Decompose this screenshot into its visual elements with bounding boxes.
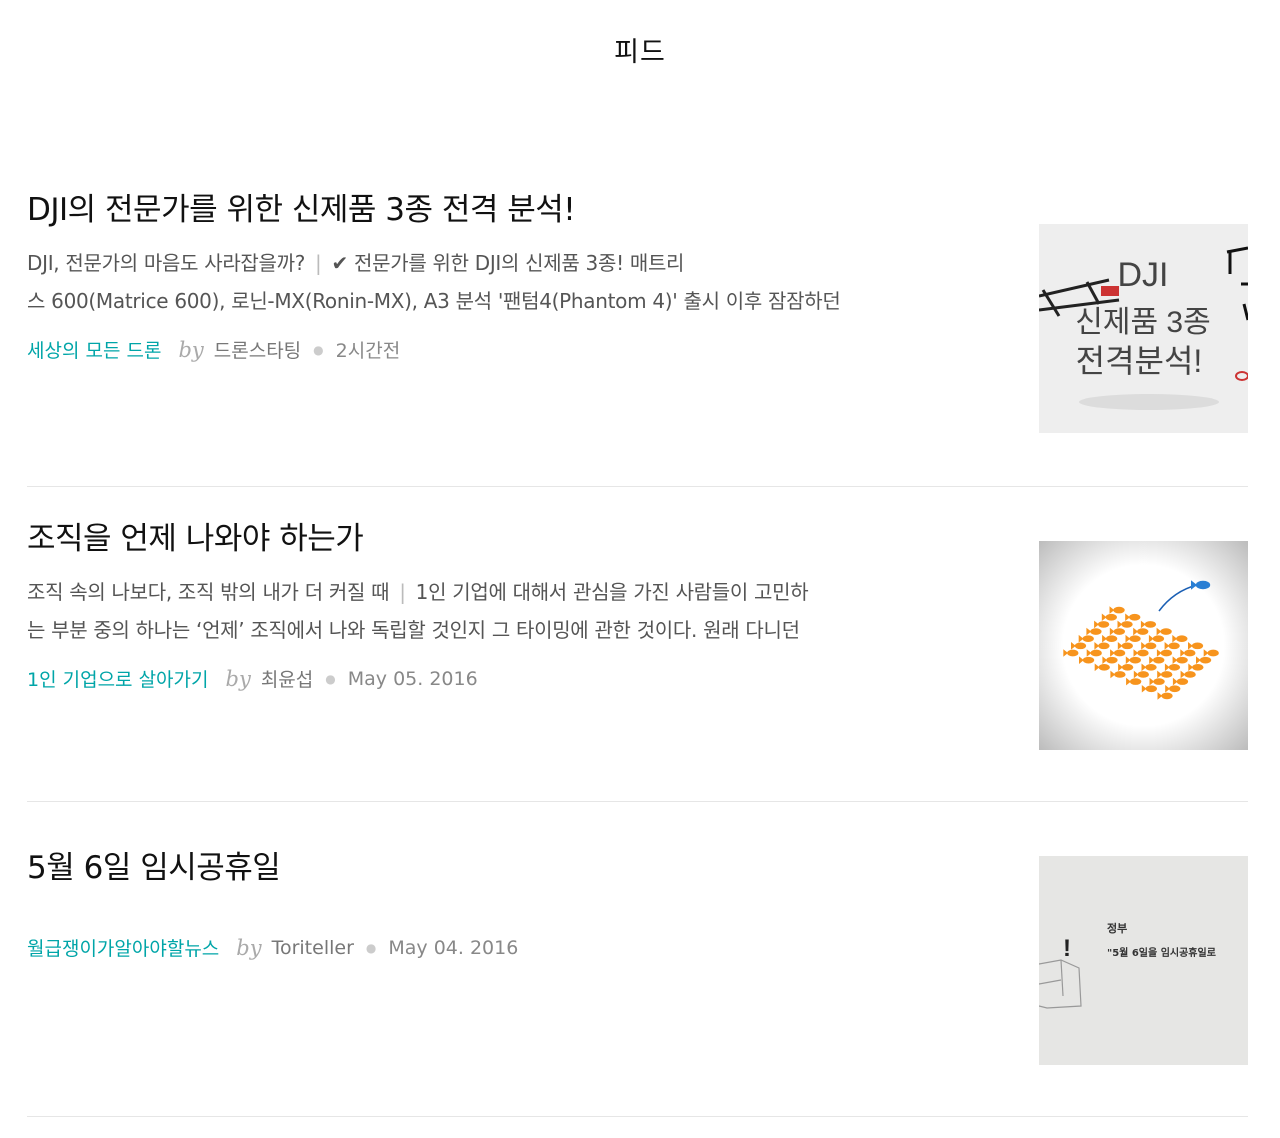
- article-meta: 1인 기업으로 살아가기 by 최윤섭 ● May 05. 2016: [27, 665, 977, 692]
- article-thumbnail[interactable]: ! 정부 "5월 6일을 임시공휴일로: [1039, 856, 1248, 1065]
- svg-text:정부: 정부: [1107, 921, 1127, 935]
- article-meta: 월급쟁이가알아야할뉴스 by Toriteller ● May 04. 2016: [27, 934, 977, 961]
- feed-item[interactable]: 조직을 언제 나와야 하는가 조직 속의 나보다, 조직 밖의 내가 더 커질 …: [27, 487, 1248, 802]
- feed-list: DJI의 전문가를 위한 신제품 3종 전격 분석! DJI, 전문가의 마음도…: [27, 190, 1248, 1117]
- dot-separator: ●: [365, 940, 377, 955]
- excerpt-line-2: 는 부분 중의 하나는 ‘언제’ 조직에서 나와 독립할 것인지 그 타이밍에 …: [27, 618, 800, 642]
- separator: |: [399, 580, 406, 604]
- feed-item-text: 조직을 언제 나와야 하는가 조직 속의 나보다, 조직 밖의 내가 더 커질 …: [27, 519, 977, 692]
- feed-item-text: 5월 6일 임시공휴일 월급쟁이가알아야할뉴스 by Toriteller ● …: [27, 848, 977, 961]
- article-excerpt[interactable]: DJI, 전문가의 마음도 사라잡을까? | ✔ 전문가를 위한 DJI의 신제품 …: [27, 244, 977, 320]
- article-thumbnail[interactable]: DJI 신제품 3종 전격분석!: [1039, 224, 1248, 433]
- holiday-sketch-image: ! 정부 "5월 6일을 임시공휴일로: [1039, 856, 1248, 1065]
- magazine-link[interactable]: 1인 기업으로 살아가기: [27, 665, 209, 692]
- feed-header: 피드: [0, 0, 1280, 96]
- page-title: 피드: [614, 37, 666, 68]
- svg-text:전격분석!: 전격분석!: [1076, 343, 1203, 379]
- article-meta: 세상의 모든 드론 by 드론스타팅 ● 2시간전: [27, 336, 977, 363]
- feed-item[interactable]: DJI의 전문가를 위한 신제품 3종 전격 분석! DJI, 전문가의 마음도…: [27, 190, 1248, 487]
- article-excerpt[interactable]: 조직 속의 나보다, 조직 밖의 내가 더 커질 때 | 1인 기업에 대해서 관심…: [27, 573, 977, 649]
- feed-item[interactable]: 5월 6일 임시공휴일 월급쟁이가알아야할뉴스 by Toriteller ● …: [27, 802, 1248, 1117]
- feed-item-text: DJI의 전문가를 위한 신제품 3종 전격 분석! DJI, 전문가의 마음도…: [27, 190, 977, 363]
- author-link[interactable]: 드론스타팅: [214, 336, 301, 363]
- separator: |: [315, 251, 322, 275]
- article-subtitle: 조직 속의 나보다, 조직 밖의 내가 더 커질 때: [27, 580, 390, 604]
- dot-separator: ●: [325, 671, 336, 686]
- magazine-link[interactable]: 월급쟁이가알아야할뉴스: [27, 934, 219, 961]
- magazine-link[interactable]: 세상의 모든 드론: [27, 336, 161, 363]
- svg-text:"5월 6일을 임시공휴일로: "5월 6일을 임시공휴일로: [1107, 946, 1216, 959]
- author-link[interactable]: 최윤섭: [261, 665, 313, 692]
- svg-text:DJI: DJI: [1118, 256, 1169, 294]
- by-label: by: [225, 666, 251, 691]
- by-label: by: [236, 935, 262, 960]
- article-title[interactable]: DJI의 전문가를 위한 신제품 3종 전격 분석!: [27, 190, 977, 230]
- article-thumbnail[interactable]: [1039, 541, 1248, 750]
- publish-time: 2시간전: [335, 340, 401, 362]
- author-link[interactable]: Toriteller: [272, 937, 354, 959]
- excerpt-line-1: 1인 기업에 대해서 관심을 가진 사람들이 고민하: [415, 580, 809, 604]
- excerpt-line-1: ✔ 전문가를 위한 DJI의 신제품 3종! 매트리: [331, 251, 685, 275]
- fish-school-image: [1039, 541, 1248, 750]
- article-subtitle: DJI, 전문가의 마음도 사라잡을까?: [27, 251, 306, 275]
- svg-text:신제품 3종: 신제품 3종: [1075, 306, 1210, 339]
- svg-text:!: !: [1063, 935, 1071, 962]
- excerpt-line-2: 스 600(Matrice 600), 로닌-MX(Ronin-MX), A3 …: [27, 289, 841, 313]
- publish-time: May 05. 2016: [347, 667, 478, 690]
- by-label: by: [178, 337, 204, 362]
- publish-time: May 04. 2016: [388, 936, 519, 959]
- dot-separator: ●: [313, 342, 324, 357]
- article-title[interactable]: 5월 6일 임시공휴일: [27, 848, 977, 888]
- drone-thumbnail-image: DJI 신제품 3종 전격분석!: [1039, 224, 1248, 433]
- article-title[interactable]: 조직을 언제 나와야 하는가: [27, 519, 977, 559]
